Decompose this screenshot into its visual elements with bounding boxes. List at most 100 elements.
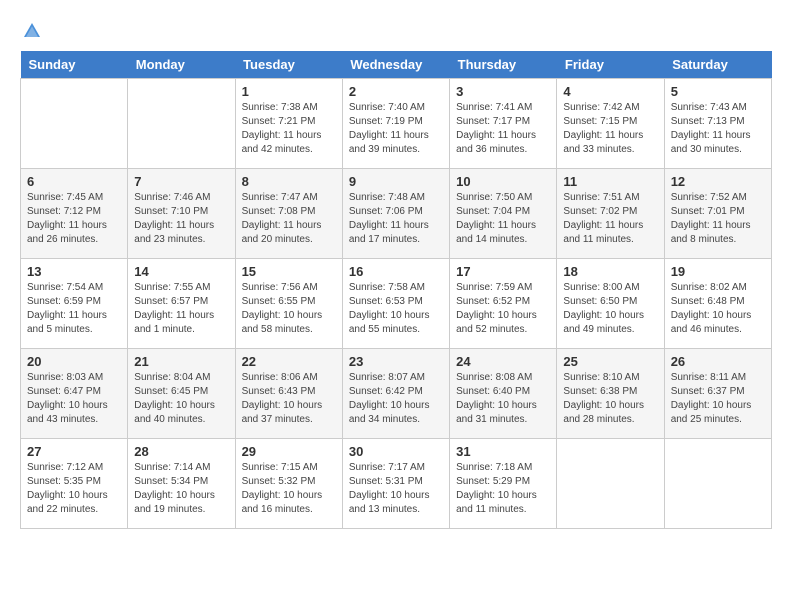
day-info: Sunrise: 7:56 AMSunset: 6:55 PMDaylight:… [242,281,336,337]
day-number: 19 [671,264,765,279]
table-row: 14Sunrise: 7:55 AMSunset: 6:57 PMDayligh… [128,259,235,349]
table-row: 28 Sunrise: 7:14 AMSunset: 5:34 PMDayligh… [128,439,235,529]
table-row: 19 Sunrise: 8:02 AMSunset: 6:48 PMDayligh… [664,259,771,349]
table-row: 29Sunrise: 7:15 AMSunset: 5:32 PMDayligh… [235,439,342,529]
day-number: 28 [134,444,228,459]
day-info: Sunrise: 7:52 AMSunset: 7:01 PMDaylight:… [671,191,765,247]
day-number: 24 [456,354,550,369]
day-number: 10 [456,174,550,189]
day-info: Sunrise: 7:43 AMSunset: 7:13 PMDaylight:… [671,101,765,157]
day-info: Sunrise: 7:12 AMSunset: 5:35 PMDaylight:… [27,461,121,517]
day-number: 3 [456,84,550,99]
day-number: 25 [563,354,657,369]
day-number: 14 [134,264,228,279]
day-number: 29 [242,444,336,459]
day-info: Sunrise: 8:08 AMSunset: 6:40 PMDaylight:… [456,371,550,427]
calendar-week-4: 20 Sunrise: 8:03 AMSunset: 6:47 PMDayligh… [21,349,772,439]
day-info: Sunrise: 7:17 AMSunset: 5:31 PMDaylight:… [349,461,443,517]
day-number: 8 [242,174,336,189]
day-number: 26 [671,354,765,369]
day-number: 27 [27,444,121,459]
day-info: Sunrise: 8:02 AMSunset: 6:48 PMDaylight:… [671,281,765,337]
day-info: Sunrise: 7:38 AMSunset: 7:21 PMDaylight:… [242,101,336,157]
day-number: 23 [349,354,443,369]
table-row: 8 Sunrise: 7:47 AMSunset: 7:08 PMDaylight… [235,169,342,259]
day-info: Sunrise: 8:06 AMSunset: 6:43 PMDaylight:… [242,371,336,427]
day-info: Sunrise: 7:18 AMSunset: 5:29 PMDaylight:… [456,461,550,517]
table-row: 20 Sunrise: 8:03 AMSunset: 6:47 PMDayligh… [21,349,128,439]
calendar-week-5: 27 Sunrise: 7:12 AMSunset: 5:35 PMDayligh… [21,439,772,529]
table-row [128,79,235,169]
day-info: Sunrise: 7:59 AMSunset: 6:52 PMDaylight:… [456,281,550,337]
table-row: 16 Sunrise: 7:58 AMSunset: 6:53 PMDayligh… [342,259,449,349]
day-number: 30 [349,444,443,459]
day-info: Sunrise: 8:04 AMSunset: 6:45 PMDaylight:… [134,371,228,427]
weekday-header-friday: Friday [557,51,664,79]
table-row: 27 Sunrise: 7:12 AMSunset: 5:35 PMDayligh… [21,439,128,529]
weekday-header-thursday: Thursday [450,51,557,79]
table-row: 26 Sunrise: 8:11 AMSunset: 6:37 PMDayligh… [664,349,771,439]
table-row: 6 Sunrise: 7:45 AMSunset: 7:12 PMDaylight… [21,169,128,259]
table-row: 7Sunrise: 7:46 AMSunset: 7:10 PMDaylight… [128,169,235,259]
table-row: 17 Sunrise: 7:59 AMSunset: 6:52 PMDayligh… [450,259,557,349]
day-number: 18 [563,264,657,279]
calendar-table: SundayMondayTuesdayWednesdayThursdayFrid… [20,51,772,529]
day-number: 4 [563,84,657,99]
weekday-header-monday: Monday [128,51,235,79]
day-info: Sunrise: 7:54 AMSunset: 6:59 PMDaylight:… [27,281,121,337]
day-number: 17 [456,264,550,279]
day-info: Sunrise: 7:45 AMSunset: 7:12 PMDaylight:… [27,191,121,247]
table-row: 5Sunrise: 7:43 AMSunset: 7:13 PMDaylight… [664,79,771,169]
day-info: Sunrise: 7:40 AMSunset: 7:19 PMDaylight:… [349,101,443,157]
weekday-header-sunday: Sunday [21,51,128,79]
day-info: Sunrise: 8:03 AMSunset: 6:47 PMDaylight:… [27,371,121,427]
day-number: 9 [349,174,443,189]
day-info: Sunrise: 8:00 AMSunset: 6:50 PMDaylight:… [563,281,657,337]
day-number: 31 [456,444,550,459]
day-info: Sunrise: 7:51 AMSunset: 7:02 PMDaylight:… [563,191,657,247]
weekday-header-tuesday: Tuesday [235,51,342,79]
table-row: 11 Sunrise: 7:51 AMSunset: 7:02 PMDayligh… [557,169,664,259]
table-row [21,79,128,169]
weekday-header-saturday: Saturday [664,51,771,79]
day-info: Sunrise: 7:58 AMSunset: 6:53 PMDaylight:… [349,281,443,337]
day-info: Sunrise: 7:42 AMSunset: 7:15 PMDaylight:… [563,101,657,157]
day-info: Sunrise: 8:10 AMSunset: 6:38 PMDaylight:… [563,371,657,427]
day-number: 16 [349,264,443,279]
day-number: 13 [27,264,121,279]
table-row: 31 Sunrise: 7:18 AMSunset: 5:29 PMDayligh… [450,439,557,529]
weekday-header-row: SundayMondayTuesdayWednesdayThursdayFrid… [21,51,772,79]
day-info: Sunrise: 7:14 AMSunset: 5:34 PMDaylight:… [134,461,228,517]
table-row: 30 Sunrise: 7:17 AMSunset: 5:31 PMDayligh… [342,439,449,529]
table-row: 15 Sunrise: 7:56 AMSunset: 6:55 PMDayligh… [235,259,342,349]
table-row: 1 Sunrise: 7:38 AMSunset: 7:21 PMDaylight… [235,79,342,169]
table-row [557,439,664,529]
day-number: 11 [563,174,657,189]
table-row: 23 Sunrise: 8:07 AMSunset: 6:42 PMDayligh… [342,349,449,439]
day-number: 22 [242,354,336,369]
day-info: Sunrise: 7:41 AMSunset: 7:17 PMDaylight:… [456,101,550,157]
logo [20,20,42,41]
day-info: Sunrise: 7:50 AMSunset: 7:04 PMDaylight:… [456,191,550,247]
day-number: 21 [134,354,228,369]
table-row: 10 Sunrise: 7:50 AMSunset: 7:04 PMDayligh… [450,169,557,259]
day-number: 6 [27,174,121,189]
table-row: 24 Sunrise: 8:08 AMSunset: 6:40 PMDayligh… [450,349,557,439]
day-number: 20 [27,354,121,369]
day-number: 12 [671,174,765,189]
day-info: Sunrise: 7:47 AMSunset: 7:08 PMDaylight:… [242,191,336,247]
page-header [20,20,772,41]
table-row: 13 Sunrise: 7:54 AMSunset: 6:59 PMDayligh… [21,259,128,349]
table-row: 4 Sunrise: 7:42 AMSunset: 7:15 PMDaylight… [557,79,664,169]
day-info: Sunrise: 8:07 AMSunset: 6:42 PMDaylight:… [349,371,443,427]
table-row: 25 Sunrise: 8:10 AMSunset: 6:38 PMDayligh… [557,349,664,439]
day-number: 1 [242,84,336,99]
day-info: Sunrise: 7:48 AMSunset: 7:06 PMDaylight:… [349,191,443,247]
table-row: 9 Sunrise: 7:48 AMSunset: 7:06 PMDaylight… [342,169,449,259]
day-info: Sunrise: 8:11 AMSunset: 6:37 PMDaylight:… [671,371,765,427]
calendar-week-3: 13 Sunrise: 7:54 AMSunset: 6:59 PMDayligh… [21,259,772,349]
day-number: 15 [242,264,336,279]
weekday-header-wednesday: Wednesday [342,51,449,79]
table-row: 18 Sunrise: 8:00 AMSunset: 6:50 PMDayligh… [557,259,664,349]
logo-icon [22,21,42,41]
